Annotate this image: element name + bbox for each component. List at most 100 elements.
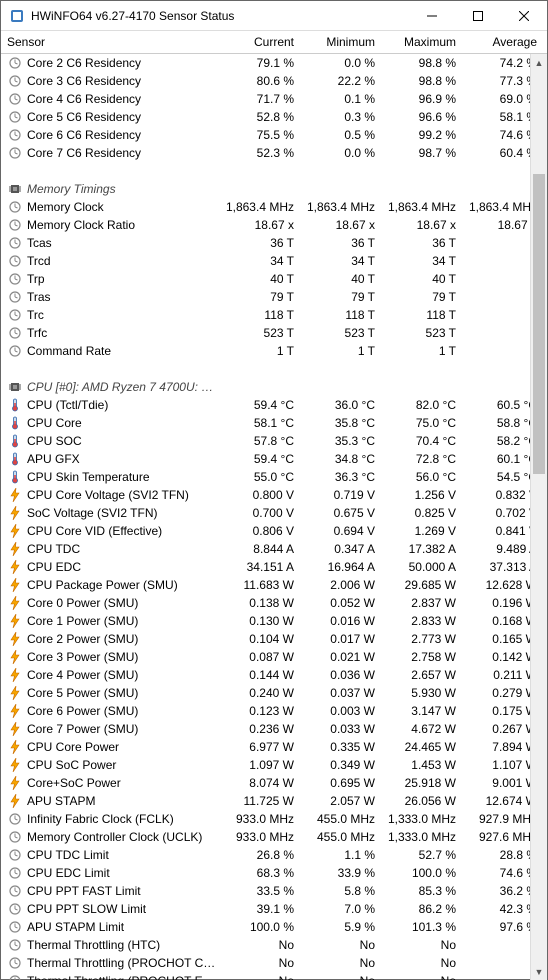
- clock-icon: [7, 145, 23, 161]
- sensor-row[interactable]: Trcd34 T34 T34 T: [1, 252, 547, 270]
- header-current[interactable]: Current: [217, 35, 298, 49]
- sensor-row[interactable]: CPU TDC8.844 A0.347 A17.382 A9.489 A: [1, 540, 547, 558]
- sensor-row[interactable]: Core+SoC Power8.074 W0.695 W25.918 W9.00…: [1, 774, 547, 792]
- value-ma: 1.256 V: [379, 488, 460, 502]
- sensor-row[interactable]: CPU (Tctl/Tdie)59.4 °C36.0 °C82.0 °C60.5…: [1, 396, 547, 414]
- sensor-row[interactable]: Core 6 Power (SMU)0.123 W0.003 W3.147 W0…: [1, 702, 547, 720]
- value-c: 523 T: [217, 326, 298, 340]
- sensor-row[interactable]: Thermal Throttling (PROCHOT CPU)NoNoNo: [1, 954, 547, 972]
- sensor-row[interactable]: Core 2 Power (SMU)0.104 W0.017 W2.773 W0…: [1, 630, 547, 648]
- value-mi: 0.036 W: [298, 668, 379, 682]
- titlebar[interactable]: HWiNFO64 v6.27-4170 Sensor Status: [1, 1, 547, 31]
- value-mi: 34.8 °C: [298, 452, 379, 466]
- sensor-row[interactable]: APU STAPM11.725 W2.057 W26.056 W12.674 W: [1, 792, 547, 810]
- value-c: 52.8 %: [217, 110, 298, 124]
- scroll-thumb[interactable]: [533, 174, 545, 474]
- value-ma: 1 T: [379, 344, 460, 358]
- sensor-row[interactable]: Core 3 Power (SMU)0.087 W0.021 W2.758 W0…: [1, 648, 547, 666]
- sensor-label: CPU TDC Limit: [27, 848, 217, 862]
- value-ma: 17.382 A: [379, 542, 460, 556]
- sensor-row[interactable]: CPU EDC Limit68.3 %33.9 %100.0 %74.6 %: [1, 864, 547, 882]
- sensor-row[interactable]: Command Rate1 T1 T1 T: [1, 342, 547, 360]
- sensor-row[interactable]: CPU Core Voltage (SVI2 TFN)0.800 V0.719 …: [1, 486, 547, 504]
- value-ma: 1,333.0 MHz: [379, 812, 460, 826]
- sensor-row[interactable]: Memory Controller Clock (UCLK)933.0 MHz4…: [1, 828, 547, 846]
- temp-icon: [7, 433, 23, 449]
- sensor-row[interactable]: Trp40 T40 T40 T: [1, 270, 547, 288]
- sensor-row[interactable]: CPU SoC Power1.097 W0.349 W1.453 W1.107 …: [1, 756, 547, 774]
- clock-icon: [7, 217, 23, 233]
- close-button[interactable]: [501, 1, 547, 31]
- section-row[interactable]: Memory Timings: [1, 180, 547, 198]
- sensor-row[interactable]: APU GFX59.4 °C34.8 °C72.8 °C60.1 °C: [1, 450, 547, 468]
- scroll-up-icon[interactable]: ▲: [531, 54, 547, 71]
- sensor-row[interactable]: Core 2 C6 Residency79.1 %0.0 %98.8 %74.2…: [1, 54, 547, 72]
- value-av: 7.894 W: [460, 740, 541, 754]
- sensor-row[interactable]: Core 5 C6 Residency52.8 %0.3 %96.6 %58.1…: [1, 108, 547, 126]
- column-headers[interactable]: Sensor Current Minimum Maximum Average: [1, 31, 547, 54]
- sensor-row[interactable]: Core 3 C6 Residency80.6 %22.2 %98.8 %77.…: [1, 72, 547, 90]
- value-c: 52.3 %: [217, 146, 298, 160]
- sensor-label: Core 2 C6 Residency: [27, 56, 217, 70]
- sensor-row[interactable]: Core 5 Power (SMU)0.240 W0.037 W5.930 W0…: [1, 684, 547, 702]
- sensor-row[interactable]: Thermal Throttling (HTC)NoNoNo: [1, 936, 547, 954]
- value-c: 0.138 W: [217, 596, 298, 610]
- sensor-row[interactable]: Core 0 Power (SMU)0.138 W0.052 W2.837 W0…: [1, 594, 547, 612]
- sensor-row[interactable]: CPU SOC57.8 °C35.3 °C70.4 °C58.2 °C: [1, 432, 547, 450]
- bolt-icon: [7, 577, 23, 593]
- value-c: 8.074 W: [217, 776, 298, 790]
- sensor-row[interactable]: CPU Skin Temperature55.0 °C36.3 °C56.0 °…: [1, 468, 547, 486]
- header-sensor[interactable]: Sensor: [7, 35, 217, 49]
- sensor-row[interactable]: CPU PPT FAST Limit33.5 %5.8 %85.3 %36.2 …: [1, 882, 547, 900]
- sensor-row[interactable]: CPU EDC34.151 A16.964 A50.000 A37.313 A: [1, 558, 547, 576]
- value-mi: No: [298, 956, 379, 970]
- temp-icon: [7, 397, 23, 413]
- bolt-icon: [7, 613, 23, 629]
- sensor-row[interactable]: Tras79 T79 T79 T: [1, 288, 547, 306]
- sensor-row[interactable]: APU STAPM Limit100.0 %5.9 %101.3 %97.6 %: [1, 918, 547, 936]
- sensor-row[interactable]: Core 6 C6 Residency75.5 %0.5 %99.2 %74.6…: [1, 126, 547, 144]
- sensor-row[interactable]: Core 4 C6 Residency71.7 %0.1 %96.9 %69.0…: [1, 90, 547, 108]
- sensor-row[interactable]: Thermal Throttling (PROCHOT EXT)NoNoNo: [1, 972, 547, 980]
- sensor-label: Thermal Throttling (PROCHOT CPU): [27, 956, 217, 970]
- sensor-row[interactable]: Core 7 C6 Residency52.3 %0.0 %98.7 %60.4…: [1, 144, 547, 162]
- scroll-down-icon[interactable]: ▼: [531, 963, 547, 980]
- sensor-row[interactable]: Trfc523 T523 T523 T: [1, 324, 547, 342]
- sensor-row[interactable]: Core 4 Power (SMU)0.144 W0.036 W2.657 W0…: [1, 666, 547, 684]
- sensor-row[interactable]: Tcas36 T36 T36 T: [1, 234, 547, 252]
- value-ma: 56.0 °C: [379, 470, 460, 484]
- bolt-icon: [7, 631, 23, 647]
- value-av: 60.4 %: [460, 146, 541, 160]
- value-mi: 1,863.4 MHz: [298, 200, 379, 214]
- header-minimum[interactable]: Minimum: [298, 35, 379, 49]
- header-maximum[interactable]: Maximum: [379, 35, 460, 49]
- sensor-row[interactable]: Trc118 T118 T118 T: [1, 306, 547, 324]
- maximize-button[interactable]: [455, 1, 501, 31]
- sensor-row[interactable]: CPU TDC Limit26.8 %1.1 %52.7 %28.8 %: [1, 846, 547, 864]
- sensor-row[interactable]: Core 7 Power (SMU)0.236 W0.033 W4.672 W0…: [1, 720, 547, 738]
- value-c: 11.683 W: [217, 578, 298, 592]
- value-av: 18.67 x: [460, 218, 541, 232]
- sensor-row[interactable]: Infinity Fabric Clock (FCLK)933.0 MHz455…: [1, 810, 547, 828]
- value-c: 0.806 V: [217, 524, 298, 538]
- sensor-row[interactable]: Memory Clock Ratio18.67 x18.67 x18.67 x1…: [1, 216, 547, 234]
- sensor-label: Thermal Throttling (PROCHOT EXT): [27, 974, 217, 980]
- section-row[interactable]: CPU [#0]: AMD Ryzen 7 4700U: E...: [1, 378, 547, 396]
- sensor-row[interactable]: Memory Clock1,863.4 MHz1,863.4 MHz1,863.…: [1, 198, 547, 216]
- sensor-row[interactable]: CPU Core Power6.977 W0.335 W24.465 W7.89…: [1, 738, 547, 756]
- clock-icon: [7, 271, 23, 287]
- sensor-row[interactable]: CPU Core VID (Effective)0.806 V0.694 V1.…: [1, 522, 547, 540]
- header-average[interactable]: Average: [460, 35, 541, 49]
- value-c: 26.8 %: [217, 848, 298, 862]
- sensor-row[interactable]: CPU PPT SLOW Limit39.1 %7.0 %86.2 %42.3 …: [1, 900, 547, 918]
- sensor-row[interactable]: SoC Voltage (SVI2 TFN)0.700 V0.675 V0.82…: [1, 504, 547, 522]
- sensor-row[interactable]: CPU Core58.1 °C35.8 °C75.0 °C58.8 °C: [1, 414, 547, 432]
- minimize-button[interactable]: [409, 1, 455, 31]
- sensor-row[interactable]: CPU Package Power (SMU)11.683 W2.006 W29…: [1, 576, 547, 594]
- sensor-row[interactable]: Core 1 Power (SMU)0.130 W0.016 W2.833 W0…: [1, 612, 547, 630]
- value-av: 58.8 °C: [460, 416, 541, 430]
- sensor-label: Core 4 C6 Residency: [27, 92, 217, 106]
- sensor-label: CPU Core Power: [27, 740, 217, 754]
- value-av: 60.1 °C: [460, 452, 541, 466]
- scrollbar[interactable]: ▲ ▼: [530, 54, 547, 980]
